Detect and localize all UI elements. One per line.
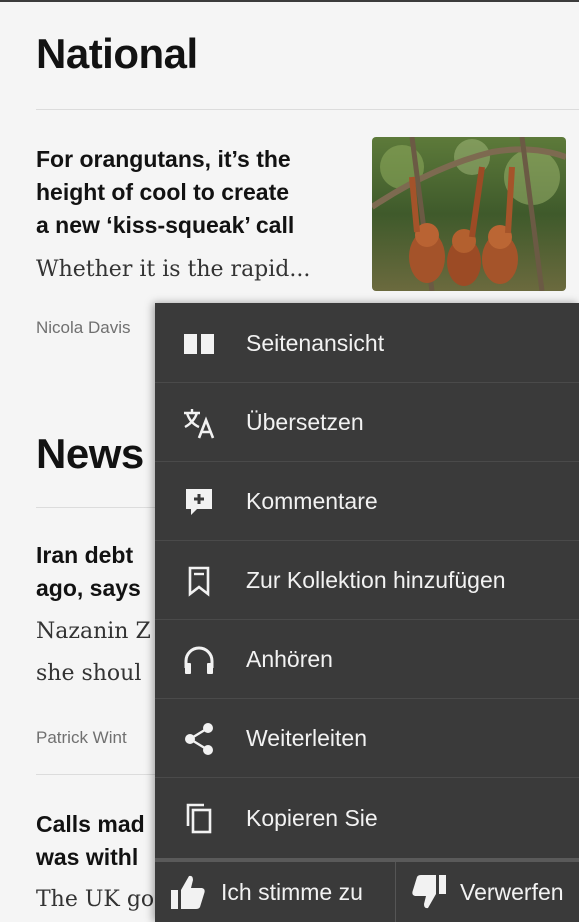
- article-standfirst-line: Nazanin Z: [36, 619, 151, 644]
- menu-item-listen[interactable]: Anhören: [155, 621, 579, 699]
- article-headline-line: ago, says: [36, 575, 141, 601]
- menu-footer: Ich stimme zu Verwerfen: [155, 858, 579, 922]
- article-headline-line: was withl: [36, 844, 139, 870]
- split-view-icon: [181, 326, 217, 362]
- article-byline: Nicola Davis: [36, 318, 131, 337]
- section-title-national: National: [36, 30, 198, 77]
- headphones-icon: [181, 642, 217, 678]
- thumbs-down-icon: [410, 873, 448, 911]
- dismiss-button[interactable]: Verwerfen: [396, 862, 579, 922]
- article-byline: Patrick Wint: [36, 728, 127, 747]
- article-headline-line: a new ‘kiss-squeak’ call: [36, 212, 295, 238]
- menu-item-label: Zur Kollektion hinzufügen: [246, 567, 506, 593]
- copy-icon: [181, 800, 217, 836]
- menu-item-share[interactable]: Weiterleiten: [155, 700, 579, 778]
- article-standfirst: Whether it is the rapid...: [36, 257, 311, 282]
- menu-item-label: Weiterleiten: [246, 725, 368, 751]
- article-headline-line: Calls mad: [36, 811, 145, 837]
- article-headline-line: For orangutans, it’s the: [36, 146, 291, 172]
- comment-icon: [181, 484, 217, 520]
- divider: [36, 109, 579, 110]
- menu-item-copy[interactable]: Kopieren Sie: [155, 779, 579, 857]
- agree-label: Ich stimme zu: [221, 878, 363, 905]
- menu-item-label: Seitenansicht: [246, 330, 385, 356]
- article-standfirst-line: she shoul: [36, 661, 142, 686]
- share-icon: [181, 721, 217, 757]
- article-standfirst: The UK go: [36, 887, 155, 912]
- article-headline-line: Iran debt: [36, 542, 134, 568]
- translate-icon: [181, 405, 217, 441]
- context-menu: Seitenansicht Übersetzen Kommentare Zur …: [155, 303, 579, 922]
- dismiss-label: Verwerfen: [460, 878, 564, 905]
- bookmark-icon: [181, 563, 217, 599]
- menu-item-translate[interactable]: Übersetzen: [155, 384, 579, 462]
- menu-item-label: Kommentare: [246, 488, 378, 514]
- menu-item-split-view[interactable]: Seitenansicht: [155, 305, 579, 383]
- section-title-news: News: [36, 430, 144, 477]
- menu-item-add-to-collection[interactable]: Zur Kollektion hinzufügen: [155, 542, 579, 620]
- menu-item-label: Anhören: [246, 646, 333, 672]
- article-thumbnail[interactable]: [372, 137, 566, 291]
- thumbs-up-icon: [169, 873, 207, 911]
- article-headline-line: height of cool to create: [36, 179, 290, 205]
- agree-button[interactable]: Ich stimme zu: [155, 862, 395, 922]
- menu-item-label: Übersetzen: [246, 409, 364, 435]
- menu-item-comments[interactable]: Kommentare: [155, 463, 579, 541]
- menu-item-label: Kopieren Sie: [246, 804, 378, 831]
